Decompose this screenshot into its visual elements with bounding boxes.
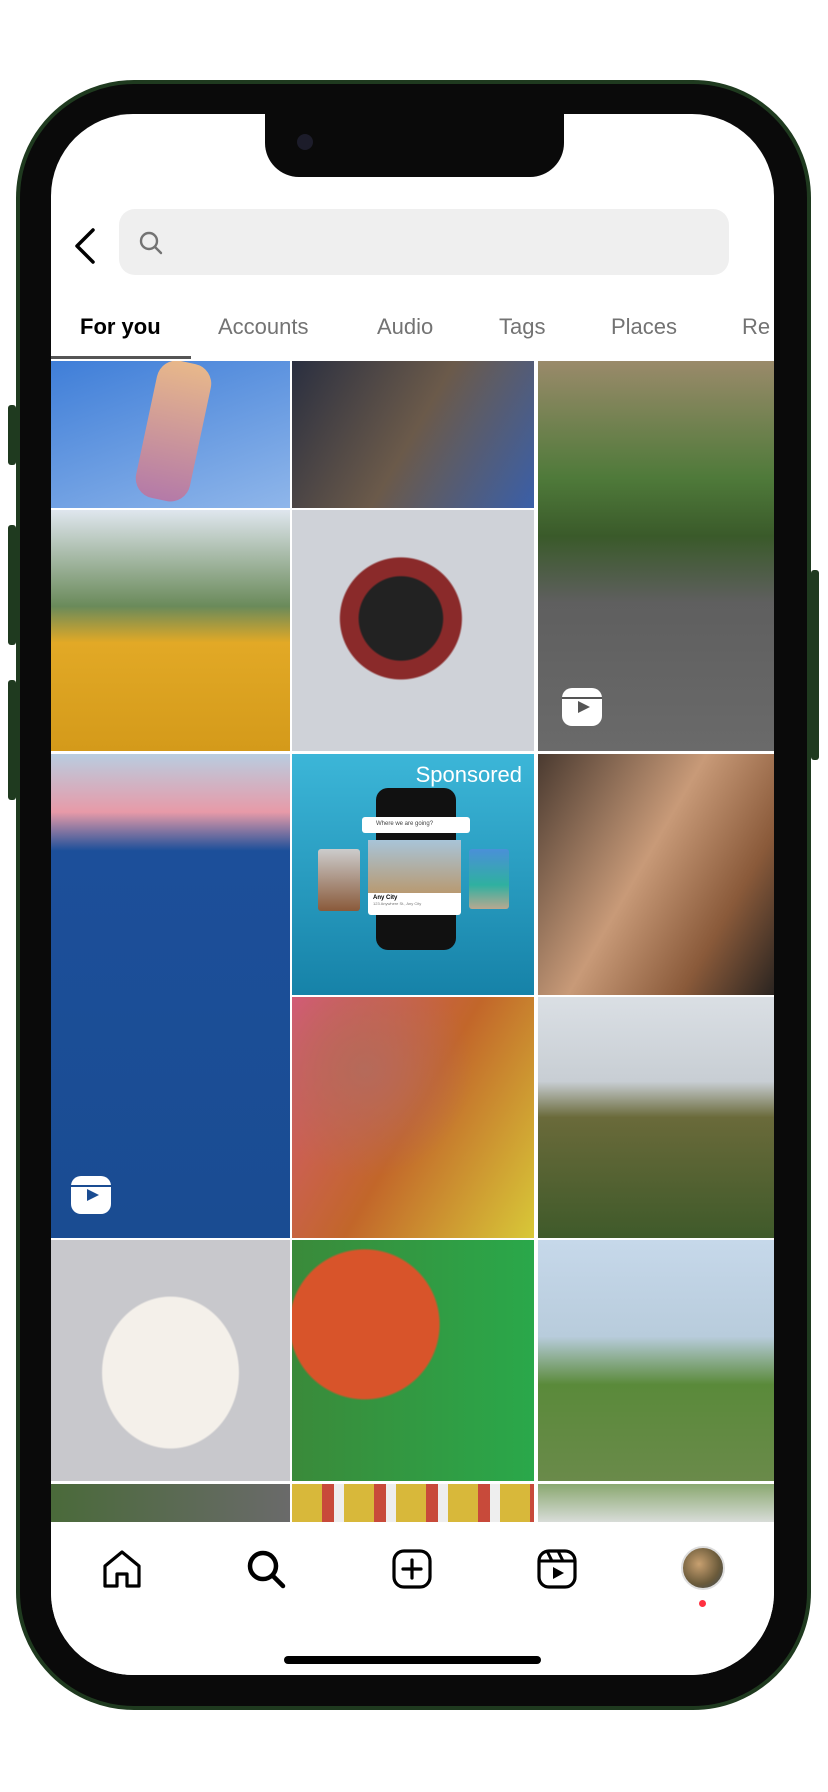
ad-city-name: Any City (373, 895, 398, 901)
volume-down-button (8, 680, 16, 800)
camera (297, 134, 313, 150)
volume-up-button (8, 525, 16, 645)
mute-switch (8, 405, 16, 465)
sponsored-label: Sponsored (415, 762, 522, 787)
grid-item-sponsored-ad[interactable]: Sponsored Where we are going? Any City 1… (292, 754, 534, 995)
home-indicator[interactable] (284, 1656, 541, 1664)
notification-dot (699, 1600, 706, 1607)
back-arrow-icon[interactable] (71, 226, 99, 266)
grid-item-forest-road[interactable] (538, 361, 774, 751)
active-tab-indicator (51, 356, 191, 359)
ad-address: 123 Anywhere St., Any City (373, 901, 422, 906)
explore-grid: Sponsored Where we are going? Any City 1… (51, 361, 774, 1522)
notch (265, 114, 564, 177)
tab-audio[interactable]: Audio (377, 314, 433, 340)
grid-item-partial-3[interactable] (538, 1484, 774, 1522)
grid-item-friends-lying[interactable] (292, 361, 534, 508)
reels-icon[interactable] (534, 1546, 580, 1592)
bottom-nav (51, 1522, 774, 1675)
search-icon[interactable] (243, 1546, 289, 1592)
search-input[interactable] (175, 209, 715, 275)
grid-item-white-dog[interactable] (51, 1240, 290, 1481)
grid-item-ocean-reel[interactable] (51, 754, 290, 1238)
grid-item-peace-signs[interactable] (292, 997, 534, 1238)
tab-reels[interactable]: Re (742, 314, 770, 340)
search-bar[interactable] (119, 209, 729, 275)
home-icon[interactable] (99, 1546, 145, 1592)
grid-item-yellow-raincoat[interactable] (51, 510, 290, 751)
grid-item-dog-snow[interactable] (292, 510, 534, 751)
profile-avatar[interactable] (681, 1546, 725, 1590)
grid-item-jeweled-hand[interactable] (51, 361, 290, 508)
ad-search-bar: Where we are going? (362, 817, 470, 833)
reels-icon (562, 688, 602, 726)
reels-icon (71, 1176, 111, 1214)
grid-item-partial-2[interactable] (292, 1484, 534, 1522)
grid-item-ice-cream[interactable] (538, 754, 774, 995)
ad-photo-left (318, 849, 360, 911)
grid-item-trees[interactable] (538, 1240, 774, 1481)
ad-card: Any City 123 Anywhere St., Any City (368, 840, 461, 915)
ad-city-photo (368, 840, 461, 893)
tab-places[interactable]: Places (611, 314, 677, 340)
grid-item-basketball[interactable] (292, 1240, 534, 1481)
grid-item-sunflowers[interactable] (538, 997, 774, 1238)
tab-tags[interactable]: Tags (499, 314, 545, 340)
ad-photo-right (469, 849, 509, 909)
power-button (811, 570, 819, 760)
search-icon (139, 231, 163, 255)
screen: For you Accounts Audio Tags Places Re Sp… (51, 114, 774, 1675)
tab-accounts[interactable]: Accounts (218, 314, 309, 340)
search-tabs: For you Accounts Audio Tags Places Re (51, 304, 774, 360)
tab-for-you[interactable]: For you (80, 314, 161, 340)
grid-item-partial-1[interactable] (51, 1484, 290, 1522)
create-icon[interactable] (389, 1546, 435, 1592)
hand-shape (132, 361, 215, 506)
